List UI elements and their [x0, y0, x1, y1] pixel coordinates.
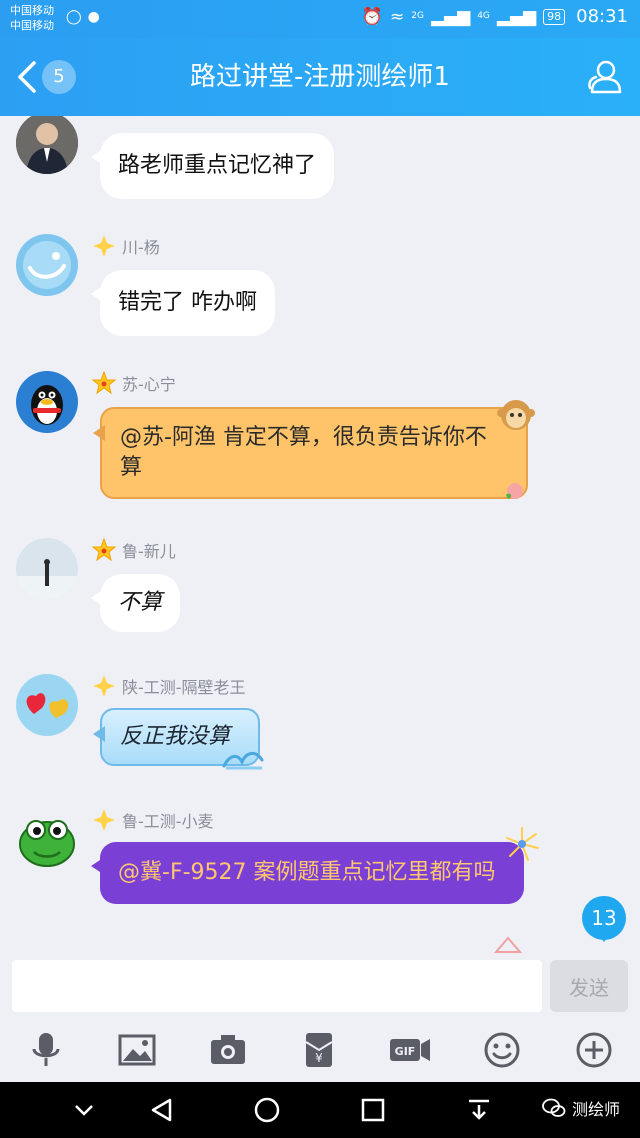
message-text: @冀-F-9527 案例题重点记忆里都有吗 [118, 860, 496, 885]
back-icon[interactable] [14, 60, 40, 94]
alarm-icon: ⏰ [361, 6, 383, 27]
sender-name: 鲁-工测-小麦 [122, 812, 214, 831]
message-bubble[interactable]: @苏-阿渔 肯定不算，很负责告诉你不算 [93, 407, 528, 499]
avatar[interactable] [16, 371, 78, 433]
peach-icon [506, 483, 523, 499]
member-star-icon [93, 675, 115, 697]
chat-header: 5 路过讲堂-注册测绘师1 [0, 38, 640, 116]
signal-1-icon: 2G [411, 11, 424, 21]
sender-row: 苏-心宁 [92, 371, 176, 395]
carrier-info: 中国移动 中国移动 [10, 3, 54, 33]
message-bubble[interactable]: @冀-F-9527 案例题重点记忆里都有吗 [91, 842, 524, 904]
mic-icon[interactable] [24, 1028, 68, 1072]
nav-back-icon[interactable] [148, 1096, 176, 1124]
member-star-icon [92, 371, 116, 395]
wechat-icon: ● [87, 9, 100, 25]
system-indicators: ⏰ ≈ 2G ▂▄▆ 4G ▂▄▆ 98 08:31 [362, 6, 628, 27]
battery-icon: 98 [543, 8, 566, 25]
hide-keyboard-icon[interactable] [70, 1096, 98, 1124]
sender-name: 陕-工测-隔壁老王 [122, 678, 246, 697]
avatar[interactable] [16, 538, 78, 600]
sender-name: 鲁-新儿 [122, 542, 176, 561]
wifi-icon: ≈ [390, 6, 405, 27]
input-toolbar: ¥ GIF [0, 1018, 640, 1082]
clock: 08:31 [576, 6, 628, 27]
carrier-2: 中国移动 [10, 19, 54, 32]
gif-icon[interactable]: GIF [388, 1028, 432, 1072]
avatar[interactable] [16, 674, 78, 736]
message-text: 错完了 咋办啊 [118, 290, 257, 315]
camera-icon[interactable] [206, 1028, 250, 1072]
message-input[interactable] [12, 960, 542, 1012]
nav-home-icon[interactable] [253, 1096, 281, 1124]
sender-row: 川-杨 [92, 234, 160, 258]
nav-notification-pull-icon[interactable] [465, 1096, 493, 1124]
message-bubble[interactable]: 路老师重点记忆神了 [90, 133, 335, 199]
sender-name: 苏-心宁 [122, 375, 176, 394]
avatar[interactable] [16, 808, 78, 870]
wave-icon [222, 752, 264, 770]
wechat-logo-icon [542, 1098, 566, 1117]
avatar[interactable] [16, 116, 78, 174]
watermark: 测绘师 [542, 1096, 620, 1120]
composer: 发送 [0, 954, 640, 1018]
nav-recents-icon[interactable] [359, 1096, 387, 1124]
avatar[interactable] [16, 234, 78, 296]
svg-text:¥: ¥ [315, 1051, 323, 1065]
status-bar: 中国移动 中国移动 ◯ ● ⏰ ≈ 2G ▂▄▆ 4G ▂▄▆ 98 08:31 [0, 0, 640, 38]
lantern-icon [494, 936, 522, 953]
message-text: 路老师重点记忆神了 [118, 153, 317, 178]
message-text: 不算 [118, 590, 163, 615]
sender-row: 鲁-工测-小麦 [92, 808, 214, 832]
signal-bars-icon: ▂▄▆ [430, 6, 471, 27]
sender-row: 鲁-新儿 [92, 538, 176, 562]
message-text: 反正我没算 [120, 724, 231, 749]
unread-count-badge[interactable]: 5 [42, 60, 76, 94]
sender-row: 陕-工测-隔壁老王 [92, 674, 246, 698]
chat-title: 路过讲堂-注册测绘师1 [190, 62, 450, 92]
sender-name: 川-杨 [122, 238, 160, 257]
shield-icon: ◯ [66, 9, 82, 25]
image-icon[interactable] [115, 1028, 159, 1072]
message-bubble[interactable]: 不算 [90, 574, 181, 632]
message-text: @苏-阿渔 肯定不算，很负责告诉你不算 [120, 425, 487, 480]
member-star-icon [93, 235, 115, 257]
system-nav-bar: 测绘师 [0, 1082, 640, 1138]
carrier-1: 中国移动 [10, 4, 54, 17]
signal-bars-2-icon: ▂▄▆ [496, 6, 537, 27]
plus-icon[interactable] [572, 1028, 616, 1072]
group-members-icon[interactable] [584, 58, 624, 96]
new-message-badge[interactable]: 13 [582, 896, 626, 942]
red-packet-icon[interactable]: ¥ [297, 1028, 341, 1072]
send-button[interactable]: 发送 [550, 960, 628, 1012]
firework-icon [506, 827, 539, 861]
watermark-text: 测绘师 [571, 1100, 620, 1119]
message-bubble[interactable]: 错完了 咋办啊 [91, 270, 275, 336]
notification-icons: ◯ ● [66, 9, 100, 25]
emoji-icon[interactable] [480, 1028, 524, 1072]
chat-area[interactable]: 路老师重点记忆神了 川-杨 错完了 咋办啊 苏-心宁 @苏-阿渔 肯定不算，很负… [0, 116, 640, 954]
signal-2-icon: 4G [477, 11, 490, 21]
svg-text:GIF: GIF [395, 1045, 416, 1058]
monkey-sticker-icon [497, 400, 535, 430]
member-star-icon [92, 538, 116, 562]
member-star-icon [93, 809, 115, 831]
